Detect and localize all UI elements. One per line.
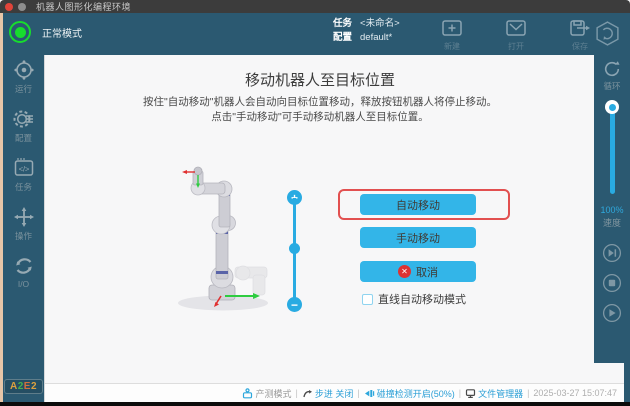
titlebar: 机器人图形化编程环境 — [0, 0, 630, 13]
sidebar-item-task-label: 任务 — [15, 181, 32, 193]
file-actions: 新建 打开 保存 — [432, 16, 600, 52]
loop-label: 循环 — [603, 80, 620, 92]
window-title: 机器人图形化编程环境 — [36, 0, 131, 13]
robot-arm-image — [171, 163, 291, 326]
production-mode-label: 产测模式 — [255, 387, 291, 400]
speed-value: 100% — [600, 205, 623, 215]
speed-label: 速度 — [603, 216, 621, 229]
status-divider: | — [459, 388, 461, 398]
open-task-label: 打开 — [508, 41, 524, 52]
top-toolbar: 正常模式 任务 <未命名> 配置 default* 新建 — [0, 13, 630, 55]
collision-icon — [364, 388, 375, 399]
status-divider: | — [296, 388, 298, 398]
task-value: <未命名> — [360, 17, 400, 31]
page-title: 移动机器人至目标位置 — [45, 69, 595, 90]
line-mode-checkbox[interactable] — [362, 294, 373, 305]
sidebar-item-task[interactable]: </> 任务 — [13, 157, 35, 193]
line-mode-option: 直线自动移动模式 — [362, 291, 466, 307]
task-config-info: 任务 <未命名> 配置 default* — [333, 17, 400, 45]
status-led-icon — [9, 21, 31, 43]
save-file-icon — [568, 16, 592, 40]
speed-slider[interactable] — [605, 100, 619, 200]
open-task-button[interactable]: 打开 — [496, 16, 536, 52]
manual-move-button[interactable]: 手动移动 — [360, 227, 476, 248]
cancel-button[interactable]: ✕ 取消 — [360, 261, 476, 282]
collision-detection-status[interactable]: 碰撞检测开启(50%) — [364, 387, 455, 400]
speed-slider-track[interactable] — [610, 106, 615, 194]
open-file-icon — [504, 16, 528, 40]
main-panel: 移动机器人至目标位置 按住"自动移动"机器人会自动向目标位置移动，释放按钮机器人… — [44, 55, 624, 402]
mode-indicator: 正常模式 — [9, 21, 82, 43]
step-forward-button[interactable] — [602, 243, 622, 263]
app-window: 机器人图形化编程环境 正常模式 任务 <未命名> 配置 default* 新建 — [0, 0, 630, 406]
sidebar-item-operate-label: 操作 — [15, 230, 32, 242]
line-mode-label: 直线自动移动模式 — [378, 291, 466, 307]
sidebar-item-config-label: 配置 — [15, 132, 32, 144]
move-arrows-icon — [13, 206, 35, 228]
gear-icon — [13, 108, 35, 130]
file-manager-label: 文件管理器 — [478, 387, 523, 400]
loop-toggle[interactable]: 循环 — [602, 59, 622, 92]
auto-move-button[interactable]: 自动移动 — [360, 194, 476, 215]
status-divider: | — [357, 388, 359, 398]
move-slider-handle[interactable] — [289, 243, 300, 254]
status-bar: 产测模式 | 步进 关闭 | 碰撞检测开启(50%) | — [45, 383, 624, 402]
play-button[interactable] — [602, 303, 622, 323]
cancel-button-label: 取消 — [416, 264, 438, 280]
instruction-line-2: 点击"手动移动"可手动移动机器人至目标位置。 — [45, 110, 595, 125]
speed-slider-handle[interactable] — [605, 100, 619, 114]
sidebar-item-io-label: I/O — [18, 279, 29, 289]
step-mode-status[interactable]: 步进 关闭 — [302, 387, 354, 400]
close-window-button[interactable] — [5, 3, 13, 11]
status-badge: A2E2 — [4, 379, 43, 394]
new-task-label: 新建 — [444, 41, 460, 52]
slider-decrease-button[interactable]: − — [287, 297, 302, 312]
badge-char: E — [24, 381, 31, 392]
code-window-icon: </> — [13, 157, 35, 179]
step-forward-icon — [602, 243, 622, 263]
sidebar-item-operate[interactable]: 操作 — [13, 206, 35, 242]
stop-icon — [602, 273, 622, 293]
transport-controls — [602, 243, 622, 323]
loop-icon — [602, 59, 622, 79]
cancel-x-icon: ✕ — [398, 265, 411, 278]
window-frame-bottom — [0, 402, 630, 406]
sidebar-item-io[interactable]: I/O — [13, 255, 35, 289]
play-icon — [602, 303, 622, 323]
new-file-icon — [440, 16, 464, 40]
left-sidebar: 运行 配置 </> 任务 — [3, 55, 44, 402]
step-mode-label: 步进 关闭 — [315, 387, 354, 400]
production-mode-icon — [242, 388, 253, 399]
mode-label: 正常模式 — [42, 25, 82, 40]
stop-button[interactable] — [602, 273, 622, 293]
status-divider: | — [527, 388, 529, 398]
badge-char: 2 — [31, 381, 37, 392]
file-manager-link[interactable]: 文件管理器 — [465, 387, 523, 400]
sidebar-item-config[interactable]: 配置 — [13, 108, 35, 144]
window-frame-edge — [0, 13, 3, 406]
task-label: 任务 — [333, 17, 352, 31]
status-timestamp: 2025-03-27 15:07:47 — [533, 388, 617, 398]
run-icon — [13, 59, 35, 81]
instruction-line-1: 按住"自动移动"机器人会自动向目标位置移动，释放按钮机器人将停止移动。 — [45, 95, 595, 110]
right-sidebar: 循环 100% 速度 — [594, 55, 630, 363]
sidebar-item-run[interactable]: 运行 — [13, 59, 35, 95]
io-swap-icon — [13, 255, 35, 277]
config-value: default* — [360, 31, 392, 45]
brand-logo-icon — [594, 20, 621, 52]
collision-detection-label: 碰撞检测开启(50%) — [377, 387, 455, 400]
step-icon — [302, 388, 313, 399]
new-task-button[interactable]: 新建 — [432, 16, 472, 52]
badge-char: A — [10, 381, 18, 392]
sidebar-item-run-label: 运行 — [15, 83, 32, 95]
save-task-label: 保存 — [572, 41, 588, 52]
file-manager-icon — [465, 388, 476, 399]
minimize-window-button[interactable] — [18, 3, 26, 11]
production-mode-status: 产测模式 — [242, 387, 291, 400]
config-label: 配置 — [333, 31, 352, 45]
instructions: 按住"自动移动"机器人会自动向目标位置移动，释放按钮机器人将停止移动。 点击"手… — [45, 95, 595, 125]
svg-text:</>: </> — [18, 165, 29, 174]
window-frame-corner — [624, 363, 630, 402]
